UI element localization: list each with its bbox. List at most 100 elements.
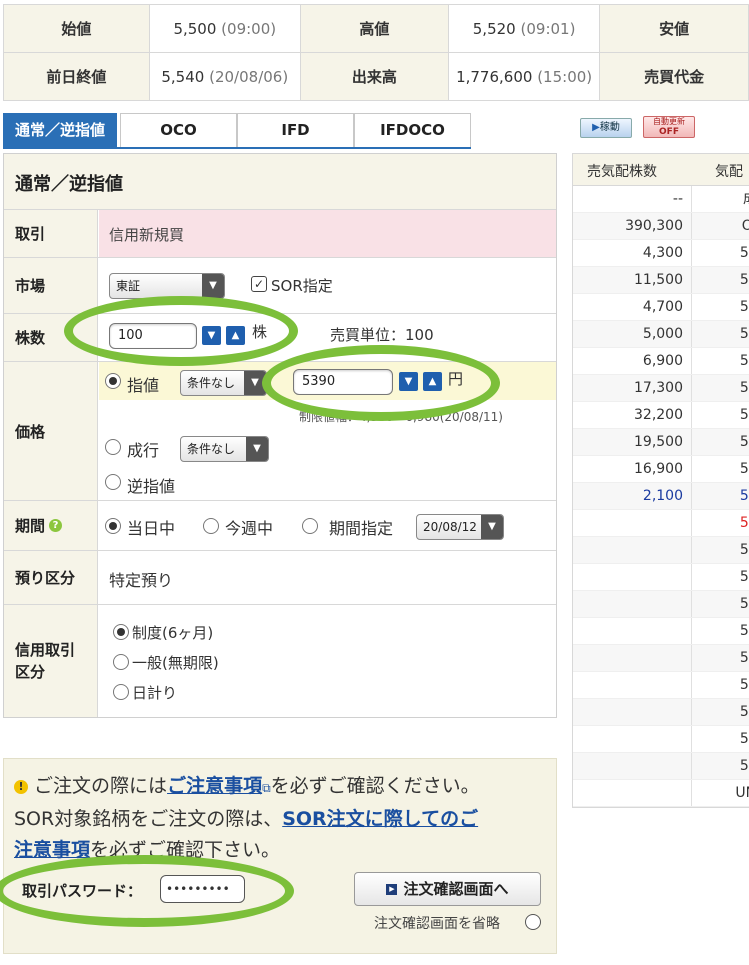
quantity-unit: 株 [252, 323, 268, 341]
quote-price-cell[interactable]: 成行 [691, 186, 749, 212]
quote-price-cell[interactable]: 5,48 [691, 240, 749, 266]
quote-price-cell[interactable]: 5,35 [691, 564, 749, 590]
chevron-down-icon: ▼ [481, 515, 503, 539]
order-type-tabs: 通常／逆指値 OCO IFD IFDOCO [3, 113, 471, 149]
quote-price-cell[interactable]: 5,36 [691, 537, 749, 563]
price-input[interactable]: 5390 [293, 369, 393, 395]
trade-row: 取引 信用新規買 [4, 209, 556, 257]
tab-oco[interactable]: OCO [120, 113, 237, 147]
order-book-header: 売気配株数 気配 [573, 154, 749, 186]
price-unit: 円 [448, 370, 464, 388]
sell-qty-cell [573, 618, 683, 644]
order-book-row: 5,33 [573, 618, 749, 645]
period-specify-radio[interactable] [302, 518, 318, 534]
period-today-radio[interactable] [105, 518, 121, 534]
market-order-radio[interactable] [105, 439, 121, 455]
quantity-down-button[interactable]: ▼ [202, 326, 221, 345]
quote-price-cell[interactable]: 5,39 [691, 483, 749, 509]
running-status-button[interactable]: ▶稼動 [580, 118, 632, 138]
order-confirm-button[interactable]: ▶ 注文確認画面へ [354, 872, 541, 906]
quote-price-cell[interactable]: 5,30 [691, 699, 749, 725]
order-book-row: UNDI [573, 780, 749, 807]
chevron-down-icon: ▼ [202, 274, 224, 298]
quote-price-cell[interactable]: 5,37 [691, 510, 749, 536]
deposit-row: 預り区分 特定預り [4, 550, 556, 604]
period-value-cell: 当日中 今週中 期間指定 20/08/12 ▼ [99, 501, 556, 550]
market-label: 市場 [4, 258, 98, 313]
quote-price-cell[interactable]: 5,43 [691, 375, 749, 401]
quote-price-cell[interactable]: 5,45 [691, 321, 749, 347]
quote-price-cell[interactable]: 5,31 [691, 672, 749, 698]
quote-price-cell[interactable]: 5,28 [691, 753, 749, 779]
price-summary-table: 始値 5,500 (09:00) 高値 5,520 (09:01) 安値 前日終… [3, 4, 749, 101]
price-value-cell: 指値 条件なし ▼ 5390 ▼ ▲ 円 制限値幅：4,380～6,980(20/… [99, 362, 556, 500]
quote-price-cell[interactable]: 5,40 [691, 456, 749, 482]
quote-price-cell[interactable]: 5,32 [691, 645, 749, 671]
tab-ifdoco[interactable]: IFDOCO [354, 113, 471, 147]
sor-notice-link-cont[interactable]: 注意事項 [14, 839, 90, 861]
price-limit-range: 制限値幅：4,380～6,980(20/08/11) [299, 410, 503, 424]
quote-price-cell[interactable]: 5,47 [691, 267, 749, 293]
period-week-radio[interactable] [203, 518, 219, 534]
auto-refresh-toggle[interactable]: 自動更新 OFF [643, 116, 695, 138]
credit-type-label: 信用取引 区分 [4, 605, 98, 717]
sell-qty-cell [573, 780, 683, 806]
sell-qty-cell: 19,500 [634, 434, 683, 450]
limit-radio[interactable] [105, 373, 121, 389]
tab-normal[interactable]: 通常／逆指値 [3, 113, 117, 147]
password-input[interactable]: ••••••••• [160, 875, 245, 903]
sell-qty-cell [573, 645, 683, 671]
price-down-button[interactable]: ▼ [399, 372, 418, 391]
notice-link[interactable]: ご注意事項 [167, 775, 262, 797]
order-book-row: 5,35 [573, 564, 749, 591]
credit-general-radio[interactable] [113, 654, 129, 670]
deposit-label: 預り区分 [4, 551, 98, 604]
credit-general-label: 一般(無期限) [132, 654, 219, 672]
order-book: 売気配株数 気配 -- 成行 390,300 OVE 4,300 5,48 11,500 5,… [572, 153, 749, 808]
warning-icon: ! [14, 779, 28, 794]
order-book-row: 16,900 5,40 [573, 456, 749, 483]
quote-price-cell[interactable]: 5,44 [691, 348, 749, 374]
order-book-row: 5,000 5,45 [573, 321, 749, 348]
quantity-input[interactable]: 100 [109, 323, 197, 349]
credit-type-row: 信用取引 区分 制度(6ヶ月) 一般(無期限) 日計り [4, 604, 556, 717]
quantity-up-button[interactable]: ▲ [226, 326, 245, 345]
prev-close-label: 前日終値 [3, 52, 150, 101]
credit-standard-radio[interactable] [113, 624, 129, 640]
stop-order-radio[interactable] [105, 474, 121, 490]
stop-order-label: 逆指値 [127, 477, 176, 496]
quote-price-cell[interactable]: UNDI [691, 780, 749, 806]
quote-price-cell[interactable]: OVE [691, 213, 749, 239]
quote-price-cell[interactable]: 5,33 [691, 618, 749, 644]
order-book-row: 5,32 [573, 645, 749, 672]
credit-daytrade-radio[interactable] [113, 684, 129, 700]
tab-ifd[interactable]: IFD [237, 113, 354, 147]
market-select[interactable]: 東証 ▼ [109, 273, 225, 299]
quote-price-cell[interactable]: 5,29 [691, 726, 749, 752]
credit-daytrade-label: 日計り [132, 684, 178, 702]
limit-condition-select[interactable]: 条件なし ▼ [180, 370, 267, 396]
quote-price-cell[interactable]: 5,46 [691, 294, 749, 320]
quote-price-cell[interactable]: 5,34 [691, 591, 749, 617]
skip-confirm-checkbox[interactable] [525, 914, 541, 930]
help-icon[interactable]: ? [49, 519, 63, 532]
sor-checkbox[interactable]: ✓ [251, 276, 267, 292]
limit-label: 指値 [127, 376, 160, 395]
sell-qty-cell: 5,000 [642, 326, 683, 342]
quote-price-cell[interactable]: 5,42 [691, 402, 749, 428]
order-book-row: 32,200 5,42 [573, 402, 749, 429]
credit-standard-label: 制度(6ヶ月) [132, 624, 214, 642]
chevron-down-icon: ▼ [244, 371, 266, 395]
market-order-condition-select[interactable]: 条件なし ▼ [180, 436, 269, 462]
open-value: 5,500 (09:00) [148, 4, 301, 53]
quote-price-cell[interactable]: 5,41 [691, 429, 749, 455]
order-book-row: 5,36 [573, 537, 749, 564]
sell-qty-cell: 16,900 [634, 461, 683, 477]
sell-qty-cell: 390,300 [625, 218, 683, 234]
price-up-button[interactable]: ▲ [423, 372, 442, 391]
skip-confirm-label: 注文確認画面を省略 [374, 916, 500, 932]
period-date-select[interactable]: 20/08/12 ▼ [416, 514, 504, 540]
period-week-label: 今週中 [225, 519, 274, 538]
sor-notice-link[interactable]: SOR注文に際してのご [282, 808, 478, 830]
sell-qty-cell [573, 753, 683, 779]
